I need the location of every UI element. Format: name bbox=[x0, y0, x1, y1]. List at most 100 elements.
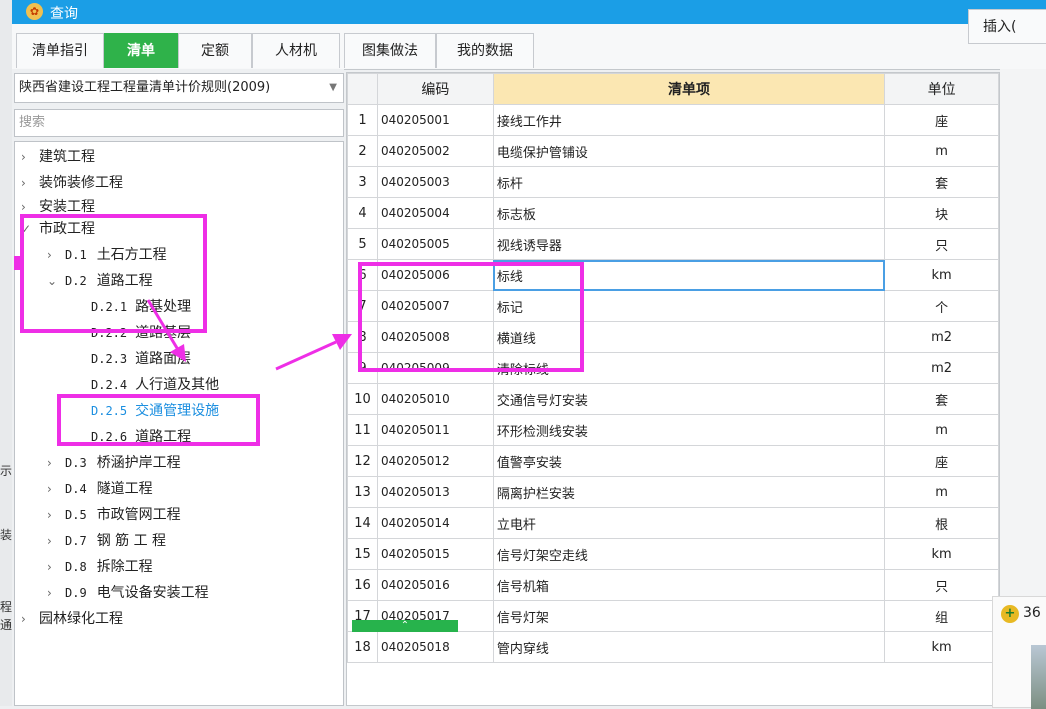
item-column-header[interactable]: 清单项 bbox=[492, 73, 886, 105]
table-row[interactable]: 13 040205013 隔离护栏安装 m bbox=[347, 476, 999, 508]
row-number-cell[interactable]: 9 bbox=[347, 352, 378, 384]
unit-cell[interactable]: km bbox=[884, 259, 999, 291]
row-number-cell[interactable]: 16 bbox=[347, 569, 378, 601]
item-cell[interactable]: 立电杆 bbox=[492, 507, 886, 539]
tree-node-d2[interactable]: ⌄ D.2 道路工程 bbox=[47, 270, 153, 292]
tree-node-d4[interactable]: › D.4 隧道工程 bbox=[47, 478, 153, 500]
code-column-header[interactable]: 编码 bbox=[376, 73, 494, 105]
unit-cell[interactable]: 根 bbox=[884, 507, 999, 539]
row-number-cell[interactable]: 13 bbox=[347, 476, 378, 508]
table-row[interactable]: 18 040205018 管内穿线 km bbox=[347, 631, 999, 663]
table-row[interactable]: 12 040205012 值警亭安装座 bbox=[347, 445, 999, 477]
code-cell[interactable]: 040205010 bbox=[376, 383, 494, 415]
unit-cell[interactable]: m bbox=[884, 414, 999, 446]
table-row[interactable]: 1 040205001 接线工作井座 bbox=[347, 104, 999, 136]
unit-column-header[interactable]: 单位 bbox=[884, 73, 999, 105]
tree-node-d5[interactable]: › D.5 市政管网工程 bbox=[47, 504, 181, 526]
tree-node-d8[interactable]: › D.8 拆除工程 bbox=[47, 556, 153, 578]
item-cell[interactable]: 横道线 bbox=[492, 321, 886, 353]
row-number-cell[interactable]: 12 bbox=[347, 445, 378, 477]
code-cell[interactable]: 040205003 bbox=[376, 166, 494, 198]
row-number-cell[interactable]: 7 bbox=[347, 290, 378, 322]
item-cell[interactable]: 值警亭安装 bbox=[492, 445, 886, 477]
item-cell[interactable]: 隔离护栏安装 bbox=[492, 476, 886, 508]
tree-node-d24[interactable]: D.2.4 人行道及其他 bbox=[91, 374, 219, 396]
code-cell[interactable]: 040205012 bbox=[376, 445, 494, 477]
unit-cell[interactable]: m bbox=[884, 135, 999, 167]
table-row[interactable]: 11 040205011 环形检测线安装 m bbox=[347, 414, 999, 446]
notification-popup[interactable]: + 36 bbox=[992, 596, 1046, 709]
item-cell[interactable]: 信号灯架 bbox=[492, 600, 886, 632]
insert-button[interactable]: 插入( bbox=[968, 9, 1046, 44]
item-cell[interactable]: 标志板 bbox=[492, 197, 886, 229]
rule-select[interactable]: 陕西省建设工程工程量清单计价规则(2009) ▼ bbox=[14, 73, 344, 103]
code-cell[interactable]: 040205002 bbox=[376, 135, 494, 167]
item-cell[interactable]: 标杆 bbox=[492, 166, 886, 198]
tree-node-d1[interactable]: › D.1 土石方工程 bbox=[47, 244, 167, 266]
unit-cell[interactable]: km bbox=[884, 631, 999, 663]
tree-node-landscape[interactable]: › 园林绿化工程 bbox=[21, 608, 123, 630]
tab-atlas-method[interactable]: 图集做法 bbox=[344, 33, 436, 68]
tree-node-d9[interactable]: › D.9 电气设备安装工程 bbox=[47, 582, 209, 604]
code-cell[interactable]: 040205018 bbox=[376, 631, 494, 663]
table-row[interactable]: 6 040205006 标线 km bbox=[347, 259, 999, 291]
unit-cell[interactable]: 组 bbox=[884, 600, 999, 632]
tab-bill[interactable]: 清单 bbox=[104, 33, 178, 68]
unit-cell[interactable]: km bbox=[884, 538, 999, 570]
unit-cell[interactable]: 个 bbox=[884, 290, 999, 322]
unit-cell[interactable]: m2 bbox=[884, 321, 999, 353]
row-number-cell[interactable]: 18 bbox=[347, 631, 378, 663]
table-row[interactable]: 4 040205004 标志板块 bbox=[347, 197, 999, 229]
tree-node-d7[interactable]: › D.7 钢 筋 工 程 bbox=[47, 530, 166, 552]
tree-node-building[interactable]: › 建筑工程 bbox=[21, 146, 95, 168]
item-cell[interactable]: 视线诱导器 bbox=[492, 228, 886, 260]
code-cell[interactable]: 040205001 bbox=[376, 104, 494, 136]
unit-cell[interactable]: 只 bbox=[884, 569, 999, 601]
row-number-cell[interactable]: 11 bbox=[347, 414, 378, 446]
table-row[interactable]: 16 040205016 信号机箱只 bbox=[347, 569, 999, 601]
tab-labor-material[interactable]: 人材机 bbox=[252, 33, 340, 68]
row-number-cell[interactable]: 6 bbox=[347, 259, 378, 291]
code-cell[interactable]: 040205014 bbox=[376, 507, 494, 539]
item-cell[interactable]: 标线 bbox=[492, 259, 886, 291]
unit-cell[interactable]: m bbox=[884, 476, 999, 508]
unit-cell[interactable]: 座 bbox=[884, 445, 999, 477]
item-cell[interactable]: 交通信号灯安装 bbox=[492, 383, 886, 415]
item-cell[interactable]: 管内穿线 bbox=[492, 631, 886, 663]
code-cell[interactable]: 040205013 bbox=[376, 476, 494, 508]
search-input[interactable]: 搜索 bbox=[14, 109, 344, 137]
tree-node-d22[interactable]: D.2.2 道路基层 bbox=[91, 322, 191, 344]
row-number-cell[interactable]: 8 bbox=[347, 321, 378, 353]
code-cell[interactable]: 040205007 bbox=[376, 290, 494, 322]
row-number-cell[interactable]: 2 bbox=[347, 135, 378, 167]
item-cell[interactable]: 信号机箱 bbox=[492, 569, 886, 601]
tree-node-d25[interactable]: D.2.5 交通管理设施 bbox=[91, 400, 219, 422]
table-row[interactable]: 14 040205014 立电杆根 bbox=[347, 507, 999, 539]
code-cell[interactable]: 040205009 bbox=[376, 352, 494, 384]
row-number-cell[interactable]: 15 bbox=[347, 538, 378, 570]
code-cell[interactable]: 040205011 bbox=[376, 414, 494, 446]
item-cell[interactable]: 标记 bbox=[492, 290, 886, 322]
row-number-cell[interactable]: 4 bbox=[347, 197, 378, 229]
unit-cell[interactable]: 只 bbox=[884, 228, 999, 260]
row-number-cell[interactable]: 3 bbox=[347, 166, 378, 198]
row-number-cell[interactable]: 14 bbox=[347, 507, 378, 539]
table-row[interactable]: 3 040205003 标杆套 bbox=[347, 166, 999, 198]
item-cell[interactable]: 电缆保护管铺设 bbox=[492, 135, 886, 167]
row-number-cell[interactable]: 10 bbox=[347, 383, 378, 415]
table-row[interactable]: 7 040205007 标记个 bbox=[347, 290, 999, 322]
tree-node-d23[interactable]: D.2.3 道路面层 bbox=[91, 348, 191, 370]
tree-node-d26[interactable]: D.2.6 道路工程 bbox=[91, 426, 191, 448]
unit-cell[interactable]: m2 bbox=[884, 352, 999, 384]
unit-cell[interactable]: 座 bbox=[884, 104, 999, 136]
unit-cell[interactable]: 套 bbox=[884, 383, 999, 415]
tree-node-installation[interactable]: › 安装工程 bbox=[21, 196, 95, 218]
tree-node-d21[interactable]: D.2.1 路基处理 bbox=[91, 296, 191, 318]
tree-node-municipal[interactable]: ✓ 市政工程 bbox=[21, 218, 95, 240]
code-cell[interactable]: 040205005 bbox=[376, 228, 494, 260]
tab-quota[interactable]: 定额 bbox=[178, 33, 252, 68]
table-row[interactable]: 8 040205008 横道线 m2 bbox=[347, 321, 999, 353]
item-cell[interactable]: 信号灯架空走线 bbox=[492, 538, 886, 570]
code-cell[interactable]: 040205006 bbox=[376, 259, 494, 291]
tab-bill-guide[interactable]: 清单指引 bbox=[16, 33, 104, 68]
